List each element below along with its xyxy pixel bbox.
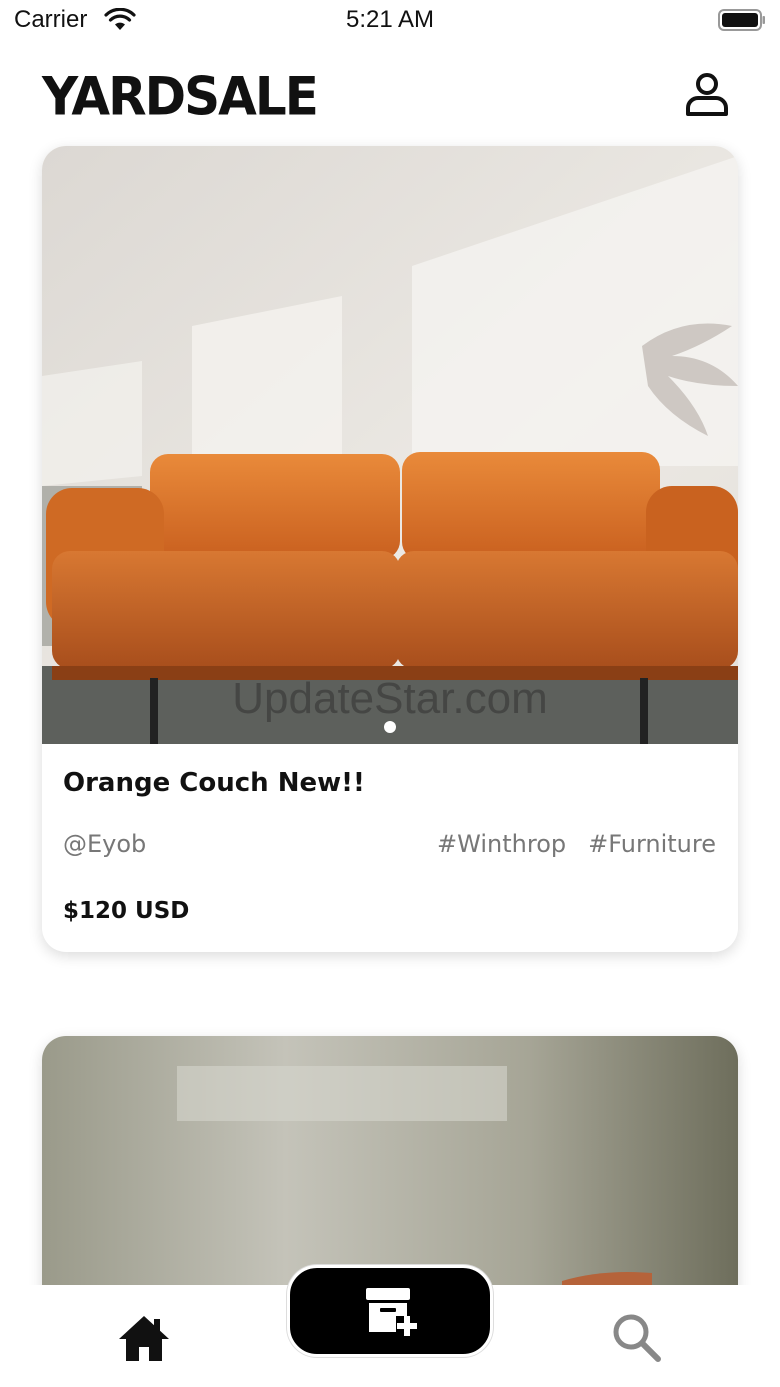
home-icon[interactable] [116,1313,172,1363]
listing-price: $120 USD [63,898,190,924]
clock: 5:21 AM [345,6,435,33]
listing-tags: #Winthrop #Furniture [437,830,716,858]
search-icon[interactable] [610,1311,662,1363]
app-logo: YARDSALE [42,66,319,127]
listing-title: Orange Couch New!! [63,768,365,798]
battery-icon [718,9,765,31]
post-listing-icon [366,1288,417,1336]
post-listing-button[interactable] [287,1265,493,1357]
status-bar: Carrier 5:21 AM [0,0,780,44]
app-header: YARDSALE [0,56,780,140]
tag-winthrop[interactable]: #Winthrop [437,830,566,858]
listing-card[interactable]: UpdateStar.com Orange Couch New!! @Eyob … [42,146,738,952]
carousel-dot [384,721,396,733]
listing-photo[interactable]: UpdateStar.com [42,146,738,744]
person-icon[interactable] [682,70,732,120]
tag-furniture[interactable]: #Furniture [588,830,716,858]
listing-seller[interactable]: @Eyob [63,830,146,858]
watermark: UpdateStar.com [232,674,548,723]
